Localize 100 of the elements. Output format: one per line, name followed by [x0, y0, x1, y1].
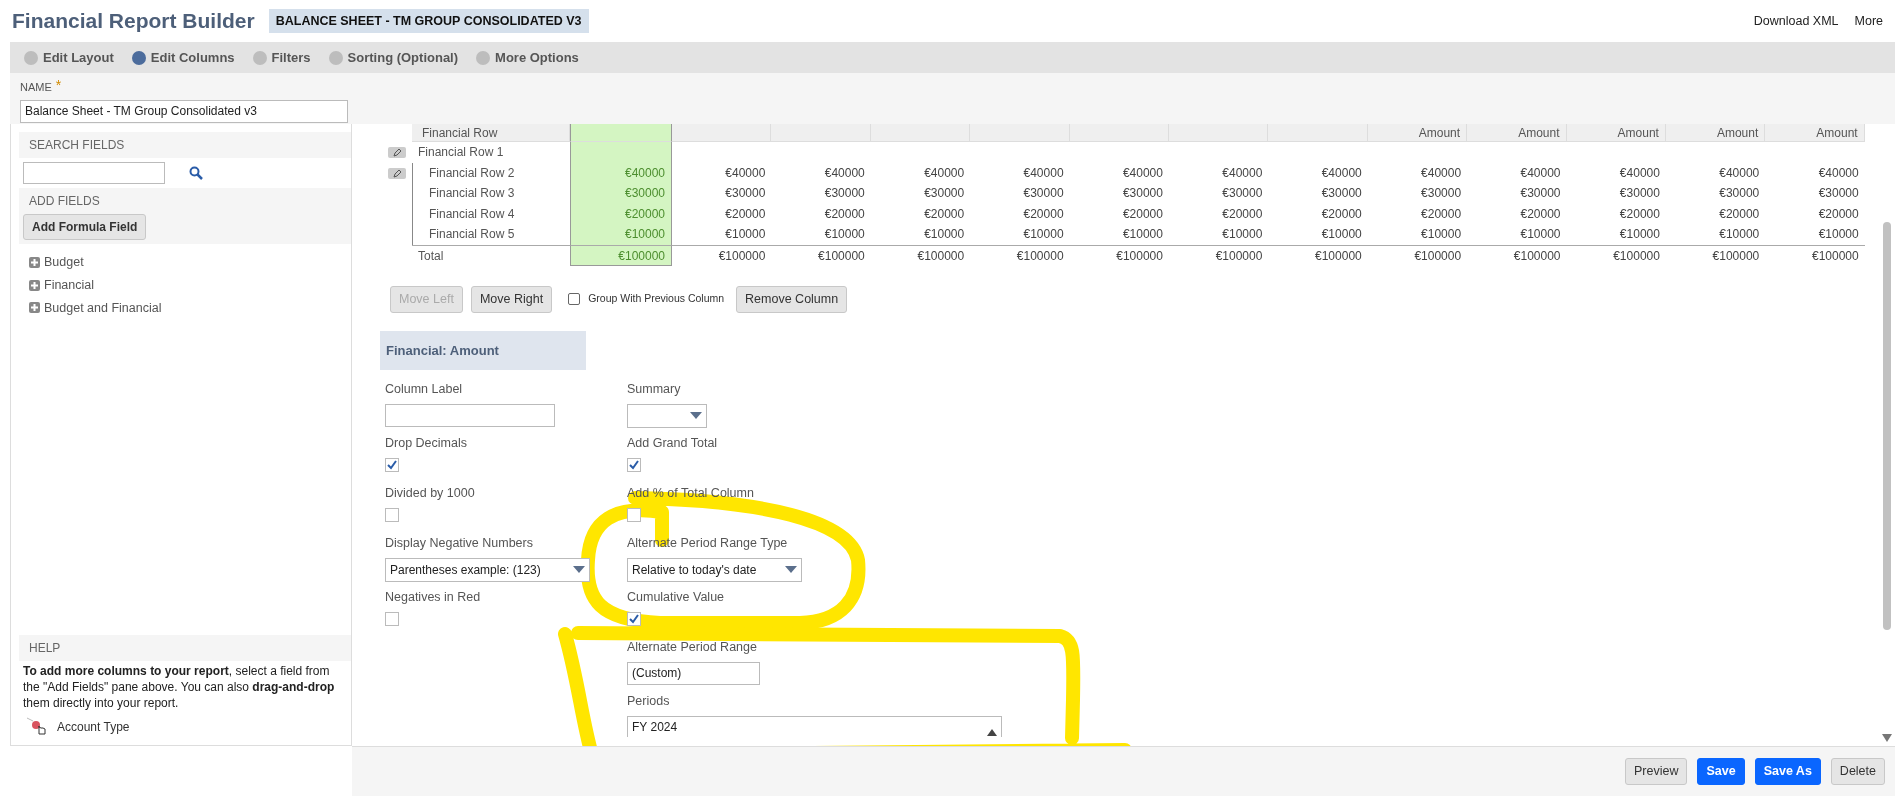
- table-cell-text: €20000: [724, 205, 767, 223]
- table-cell-text: €20000: [823, 205, 866, 223]
- column-header[interactable]: Amount: [1765, 124, 1865, 142]
- text-input-field[interactable]: (Custom): [627, 661, 760, 685]
- table-cell: €100000: [1467, 244, 1567, 266]
- search-icon: [189, 166, 203, 180]
- table-cell-text: €40000: [923, 164, 966, 182]
- table-cell-text: €10000: [1221, 226, 1264, 244]
- table-cell: €10000: [570, 224, 672, 245]
- dropdown-caret-icon: [573, 566, 585, 574]
- table-cell: €100000: [970, 244, 1070, 266]
- table-cell: €100000: [1367, 244, 1468, 266]
- column-header-cell[interactable]: [570, 124, 672, 142]
- footer-button[interactable]: Preview: [1625, 758, 1688, 785]
- header-link[interactable]: Download XML: [1753, 11, 1839, 31]
- tree-item[interactable]: Budget: [19, 252, 351, 275]
- table-cell-text: €40000: [1022, 164, 1065, 182]
- table-cell-text: €20000: [1121, 205, 1164, 223]
- table-cell-text: €10000: [1817, 226, 1860, 244]
- table-cell-text: €30000: [1519, 185, 1562, 203]
- field-label: Add Grand Total: [627, 435, 719, 453]
- table-cell-text: €20000: [1221, 205, 1264, 223]
- section-heading: HELP: [19, 635, 351, 661]
- footer-button[interactable]: Save: [1697, 758, 1745, 785]
- table-cell: €100000: [1069, 244, 1169, 266]
- table-cell-text: €40000: [823, 164, 866, 182]
- dropdown-field[interactable]: Relative to today's date: [627, 557, 802, 582]
- table-cell-text: €10000: [1618, 226, 1661, 244]
- checkbox[interactable]: [385, 611, 399, 626]
- dropdown-field[interactable]: [627, 403, 707, 428]
- table-cell: €100000: [1268, 244, 1368, 266]
- table-cell-text: €10000: [923, 226, 966, 244]
- step-tab[interactable]: Edit Layout: [24, 47, 114, 68]
- table-cell-text: €10000: [1121, 226, 1164, 244]
- table-cell-text: €30000: [823, 185, 866, 203]
- table-cell-text: €40000: [1420, 164, 1463, 182]
- search-input-field[interactable]: [23, 162, 165, 184]
- checkbox[interactable]: [385, 457, 399, 472]
- step-tab[interactable]: Edit Columns: [131, 47, 235, 68]
- table-cell-text: €20000: [1320, 205, 1363, 223]
- checkbox[interactable]: [627, 611, 641, 626]
- field-label: Display Negative Numbers: [385, 535, 534, 553]
- field-label: Summary: [627, 381, 682, 399]
- help-text: To add more columns to your report, select a field from the "Add Fields" pane above. You can also drag-and-drop them directly into your report.: [22, 663, 336, 712]
- multi-select-field[interactable]: FY 2024: [627, 715, 1002, 737]
- scrollbar-thumb[interactable]: [1883, 222, 1891, 630]
- table-cell-text: €10000: [1320, 226, 1363, 244]
- field-label: Periods: [627, 693, 671, 711]
- step-tab[interactable]: More Options: [476, 47, 579, 68]
- table-cell-text: €20000: [1420, 205, 1463, 223]
- remove-column-button[interactable]: Remove Column: [736, 285, 848, 313]
- tree-item[interactable]: Financial: [19, 274, 351, 298]
- drag-hand-icon: [27, 717, 49, 737]
- row-label: Financial Row 1: [417, 144, 505, 161]
- checkbox[interactable]: [385, 507, 399, 522]
- column-header[interactable]: Amount: [1367, 124, 1468, 142]
- table-cell-text: €10000: [1022, 226, 1065, 244]
- checkbox[interactable]: [627, 457, 641, 472]
- table-cell-text: €30000: [1121, 185, 1164, 203]
- add-formula-field-button[interactable]: Add Formula Field: [23, 214, 147, 240]
- checkmark-icon: [387, 459, 397, 470]
- column-header[interactable]: Amount: [1467, 124, 1567, 142]
- footer-button[interactable]: Save As: [1754, 758, 1821, 785]
- table-cell-text: €40000: [1618, 164, 1661, 182]
- table-cell-text: €10000: [1519, 226, 1562, 244]
- table-cell-text: €10000: [1420, 226, 1463, 244]
- edit-row-button[interactable]: [388, 147, 406, 158]
- checkmark-icon: [629, 613, 639, 624]
- step-tab[interactable]: Sorting (Optional): [328, 47, 459, 68]
- table-cell-text: €30000: [1817, 185, 1860, 203]
- table-cell-text: €30000: [1618, 185, 1661, 203]
- move-right-button[interactable]: Move Right: [470, 285, 553, 313]
- name-input-field[interactable]: Balance Sheet - TM Group Consolidated v3: [20, 99, 348, 123]
- step-tab[interactable]: Filters: [252, 47, 311, 68]
- table-cell-text: €20000: [1022, 205, 1065, 223]
- table-cell-text: €40000: [1121, 164, 1164, 182]
- column-header[interactable]: Amount: [1665, 124, 1766, 142]
- edit-row-button[interactable]: [388, 167, 406, 179]
- field-label: Column Label: [385, 381, 464, 399]
- table-cell-text: €20000: [1718, 205, 1761, 223]
- header-link[interactable]: More: [1854, 11, 1883, 31]
- table-cell-text: €20000: [1618, 205, 1661, 223]
- footer-button[interactable]: Delete: [1830, 758, 1885, 785]
- checkbox[interactable]: [568, 293, 581, 306]
- checkbox-label: Group With Previous Column: [588, 291, 725, 307]
- table-cell: €100000: [870, 244, 971, 266]
- scroll-down-icon: [1882, 734, 1892, 742]
- scroll-up-icon: [987, 727, 997, 736]
- table-cell-text: €10000: [724, 226, 767, 244]
- dropdown-field[interactable]: Parentheses example: (123): [385, 557, 590, 582]
- table-cell-text: €20000: [1817, 205, 1860, 223]
- table-cell-text: €40000: [1519, 164, 1562, 182]
- text-input-field[interactable]: [385, 403, 555, 427]
- table-cell-text: €10000: [823, 226, 866, 244]
- column-header[interactable]: Amount: [1566, 124, 1666, 142]
- table-cell: €100000: [570, 244, 672, 266]
- tree-item[interactable]: Budget and Financial: [19, 297, 351, 321]
- table-cell: €20000: [570, 203, 672, 225]
- draggable-field[interactable]: Account Type: [57, 718, 130, 736]
- table-cell-text: €30000: [1022, 185, 1065, 203]
